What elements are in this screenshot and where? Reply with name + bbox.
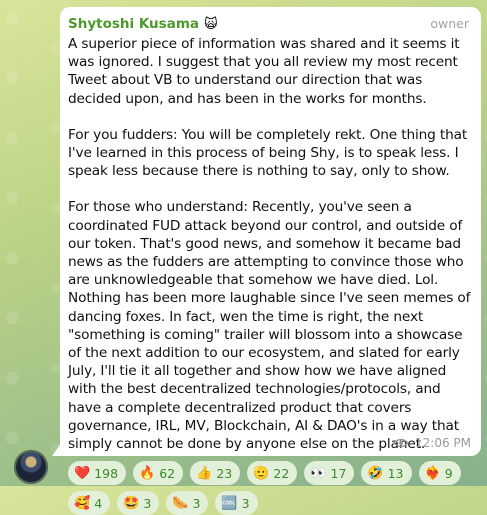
sender-emoji: 🙀 bbox=[204, 17, 218, 32]
reaction-eyes[interactable]: 👀 17 bbox=[304, 461, 355, 486]
reaction-thumbs-up[interactable]: 👍 23 bbox=[190, 461, 241, 486]
cool-emoji: 🆒 bbox=[221, 495, 238, 511]
message-paragraph: For you fudders: You will be completely … bbox=[68, 126, 468, 180]
reaction-count: 22 bbox=[273, 465, 290, 481]
message-meta: 12:06 PM bbox=[393, 436, 471, 450]
reaction-count: 3 bbox=[192, 495, 201, 511]
message-paragraph: For those who understand: Recently, you'… bbox=[68, 199, 471, 453]
reaction-count: 3 bbox=[143, 495, 152, 511]
sender-line: Shytoshi Kusama 🙀 bbox=[68, 13, 218, 32]
hotdog-emoji: 🌭 bbox=[172, 495, 189, 511]
message-bubble[interactable]: Shytoshi Kusama 🙀 owner A superior piece… bbox=[60, 7, 481, 515]
reaction-count: 3 bbox=[241, 495, 250, 511]
reaction-count: 4 bbox=[94, 495, 103, 511]
reaction-smiling-hearts[interactable]: 🥰 4 bbox=[68, 491, 111, 515]
heart-emoji: ❤️ bbox=[74, 465, 91, 481]
reaction-count: 13 bbox=[387, 465, 404, 481]
reaction-count: 198 bbox=[94, 465, 119, 481]
message-header: Shytoshi Kusama 🙀 owner bbox=[68, 13, 473, 35]
reaction-heart[interactable]: ❤️ 198 bbox=[68, 461, 127, 486]
salute-emoji: 🫡 bbox=[253, 465, 270, 481]
reaction-hotdog[interactable]: 🌭 3 bbox=[166, 491, 209, 515]
reaction-count: 9 bbox=[444, 465, 453, 481]
reaction-fire[interactable]: 🔥 62 bbox=[133, 461, 184, 486]
heart-on-fire-emoji: ❤️‍🔥 bbox=[424, 465, 441, 481]
sender-name[interactable]: Shytoshi Kusama bbox=[68, 16, 199, 32]
reaction-cool[interactable]: 🆒 3 bbox=[215, 491, 258, 515]
reaction-rofl[interactable]: 🤣 13 bbox=[361, 461, 412, 486]
message-body: A superior piece of information was shar… bbox=[68, 35, 473, 453]
thumbs-up-emoji: 👍 bbox=[196, 465, 213, 481]
eye-icon bbox=[393, 438, 409, 448]
fire-emoji: 🔥 bbox=[139, 465, 156, 481]
reaction-count: 17 bbox=[330, 465, 347, 481]
star-struck-emoji: 🤩 bbox=[123, 495, 140, 511]
reactions-bar: ❤️ 198 🔥 62 👍 23 🫡 22 👀 17 🤣 13 ❤️‍🔥 9 🥰 4 🤩 3 🌭 3… bbox=[68, 461, 473, 515]
reaction-salute[interactable]: 🫡 22 bbox=[247, 461, 298, 486]
role-badge: owner bbox=[430, 16, 469, 31]
smiling-hearts-emoji: 🥰 bbox=[74, 495, 91, 511]
reaction-star-struck[interactable]: 🤩 3 bbox=[117, 491, 160, 515]
reaction-heart-on-fire[interactable]: ❤️‍🔥 9 bbox=[418, 461, 461, 486]
avatar[interactable] bbox=[14, 450, 48, 484]
message-paragraph: A superior piece of information was shar… bbox=[68, 36, 460, 107]
rofl-emoji: 🤣 bbox=[367, 465, 384, 481]
eyes-emoji: 👀 bbox=[310, 465, 327, 481]
reaction-count: 62 bbox=[159, 465, 176, 481]
reaction-count: 23 bbox=[216, 465, 233, 481]
message-time: 12:06 PM bbox=[415, 436, 471, 450]
